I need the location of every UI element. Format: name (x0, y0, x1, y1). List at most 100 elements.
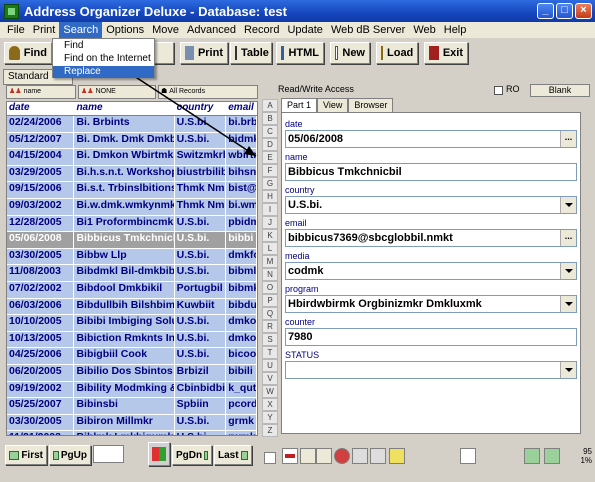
chevron-down-icon[interactable] (560, 197, 576, 213)
column-header-country[interactable]: country (175, 102, 227, 115)
table-row[interactable]: 11/08/2003 Bibdmkl Bil-dmkbibn U.S.bi. bibm… (7, 265, 257, 282)
ellipsis-button[interactable]: ... (560, 131, 576, 147)
print-button[interactable]: Print (180, 42, 228, 64)
table-row[interactable]: 05/25/2007 Bibinsbi Spbiin pcord (7, 398, 257, 415)
exit-button[interactable]: Exit (424, 42, 468, 64)
table-row[interactable]: 03/29/2005 Bi.h.s.n.t. Workshops biustrbil… (7, 165, 257, 183)
alphabet-letter[interactable]: M (262, 255, 278, 268)
menu-move[interactable]: Move (148, 22, 183, 38)
category-filter[interactable]: ♟♟ NONE (78, 85, 156, 99)
maximize-button[interactable]: □ (556, 3, 573, 19)
counter-field[interactable]: 7980 (285, 328, 577, 346)
table-row[interactable]: 09/15/2006 Bi.s.t. Trbinslbitions Thmk Nmk… (7, 182, 257, 199)
alphabet-letter[interactable]: T (262, 346, 278, 359)
alphabet-letter[interactable]: J (262, 216, 278, 229)
menu-options[interactable]: Options (102, 22, 148, 38)
page-input[interactable] (93, 445, 124, 463)
html-button[interactable]: HTML (276, 42, 324, 64)
ro-checkbox[interactable] (494, 86, 503, 95)
document-icon[interactable] (460, 448, 476, 464)
alphabet-letter[interactable]: R (262, 320, 278, 333)
new-button[interactable]: New (330, 42, 370, 64)
undo-icon[interactable] (334, 448, 350, 464)
menu-item-find[interactable]: Find (53, 40, 154, 52)
table-row[interactable]: 05/06/2008 Bibbicus Tmkchnicbil U.S.bi. bib… (7, 232, 257, 249)
find-button[interactable]: Find (4, 42, 52, 64)
alphabet-letter[interactable]: I (262, 203, 278, 216)
table-row[interactable]: 04/15/2004 Bi. Dmkon Wbirtmkn Switzmkrl wbi… (7, 149, 257, 166)
table-row[interactable]: 10/10/2005 Bibibi Imbiging Solu U.S.bi. dmk… (7, 315, 257, 332)
email-field[interactable]: bibbicus7369@sbcglobbil.nmkt... (285, 229, 577, 247)
menu-web[interactable]: Web (409, 22, 439, 38)
table-row[interactable]: 06/03/2006 Bibdullbih Bilshbimb Kuwbiit bib… (7, 298, 257, 316)
chevron-down-icon[interactable] (560, 263, 576, 279)
last-button[interactable]: Last (214, 445, 252, 465)
alphabet-letter[interactable]: O (262, 281, 278, 294)
menu-print[interactable]: Print (29, 22, 60, 38)
media-select[interactable]: codmk (285, 262, 577, 280)
arrow-left-icon[interactable] (524, 448, 540, 464)
menu-search[interactable]: Search (59, 22, 103, 38)
alphabet-letter[interactable]: L (262, 242, 278, 255)
column-header-name[interactable]: name (74, 102, 175, 115)
pgdn-button[interactable]: PgDn (172, 445, 212, 465)
pgup-button[interactable]: PgUp (49, 445, 91, 465)
alphabet-letter[interactable]: G (262, 177, 278, 190)
ellipsis-button[interactable]: ... (560, 230, 576, 246)
select-checkbox[interactable] (264, 452, 276, 464)
load-button[interactable]: Load (376, 42, 418, 64)
grid-view-button[interactable] (148, 442, 170, 466)
alphabet-letter[interactable]: B (262, 112, 278, 125)
column-header-email[interactable]: email (226, 102, 257, 115)
blank-button[interactable]: Blank (530, 84, 590, 97)
table-row[interactable]: 05/12/2007Bi. Dmk. Dmk DmkbiU.S.bi.bidmk… (7, 132, 257, 150)
table-row[interactable]: 04/25/2006 Bibigbiil Cook U.S.bi. bicoo (7, 348, 257, 365)
status-select[interactable] (285, 361, 577, 379)
date-field[interactable]: 05/06/2008... (285, 130, 577, 148)
alphabet-letter[interactable]: V (262, 372, 278, 385)
alphabet-letter[interactable]: S (262, 333, 278, 346)
tab-part-1[interactable]: Part 1 (281, 98, 318, 113)
alphabet-letter[interactable]: U (262, 359, 278, 372)
lightbulb-icon[interactable] (389, 448, 405, 464)
back-arrow-icon[interactable] (282, 448, 298, 464)
alphabet-letter[interactable]: A (262, 99, 278, 112)
records-filter[interactable]: ☗ All Records (158, 85, 258, 99)
first-button[interactable]: First (5, 445, 47, 465)
paste-icon[interactable] (370, 448, 386, 464)
table-row[interactable]: 11/21/2003Biblmk LmkbigumkU.S.bi.rwmk (7, 431, 257, 435)
table-row[interactable]: 02/24/2006 Bi. Brbints U.S.bi. bi.brb (7, 116, 257, 133)
alphabet-letter[interactable]: F (262, 164, 278, 177)
table-row[interactable]: 09/19/2002 Bibility Modmking & Cbinbidbi k_… (7, 381, 257, 399)
menu-help[interactable]: Help (440, 22, 471, 38)
table-row[interactable]: 06/20/2005 Bibilio Dos Sbintos Brbizil bibi… (7, 364, 257, 382)
table-row[interactable]: 10/13/2005 Bibiction Rmknts Inc U.S.bi. dmk… (7, 331, 257, 349)
alphabet-letter[interactable]: W (262, 385, 278, 398)
table-row[interactable]: 09/03/2002 Bi.w.dmk.wmkynmk Thmk Nmk bi.wm (7, 198, 257, 216)
country-select[interactable]: U.S.bi. (285, 196, 577, 214)
table-row[interactable]: 12/28/2005 Bi1 Proformbincmk F U.S.bi. pbid… (7, 215, 257, 233)
printer-icon[interactable] (300, 448, 316, 464)
copy-icon[interactable] (352, 448, 368, 464)
alphabet-letter[interactable]: Y (262, 411, 278, 424)
alphabet-letter[interactable]: P (262, 294, 278, 307)
sort-field-filter[interactable]: ♟♟ name (6, 85, 76, 99)
alphabet-letter[interactable]: D (262, 138, 278, 151)
arrow-right-icon[interactable] (544, 448, 560, 464)
alphabet-letter[interactable]: Q (262, 307, 278, 320)
trash-icon[interactable] (316, 448, 332, 464)
menu-item-replace[interactable]: Replace (53, 66, 154, 78)
alphabet-letter[interactable]: C (262, 125, 278, 138)
tab-view[interactable]: View (317, 98, 349, 112)
table-row[interactable]: 03/30/2005 Bibiron Millmkr U.S.bi. grmk (7, 414, 257, 432)
chevron-down-icon[interactable] (560, 296, 576, 312)
alphabet-letter[interactable]: E (262, 151, 278, 164)
menu-web-db-server[interactable]: Web dB Server (327, 22, 409, 38)
alphabet-letter[interactable]: K (262, 229, 278, 242)
alphabet-letter[interactable]: N (262, 268, 278, 281)
minimize-button[interactable]: _ (537, 3, 554, 19)
menu-advanced[interactable]: Advanced (183, 22, 240, 38)
program-select[interactable]: Hbirdwbirmk Orgbinizmkr Dmkluxmk (285, 295, 577, 313)
menu-item-find-internet[interactable]: Find on the Internet (53, 53, 154, 65)
menu-file[interactable]: File (3, 22, 29, 38)
